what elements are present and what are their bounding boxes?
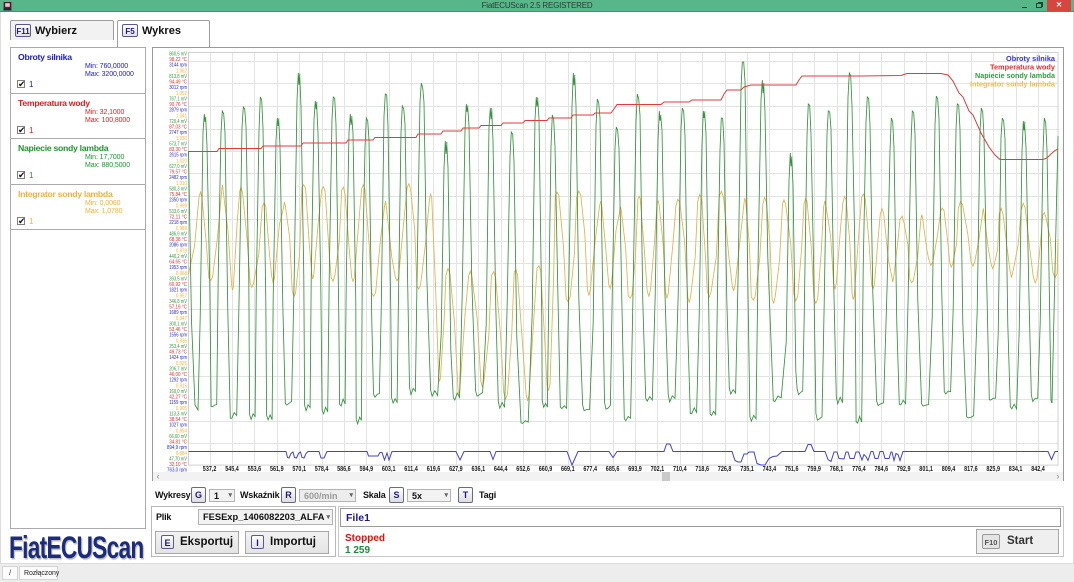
- svg-text:Integrator sondy lambda: Integrator sondy lambda: [970, 79, 1056, 88]
